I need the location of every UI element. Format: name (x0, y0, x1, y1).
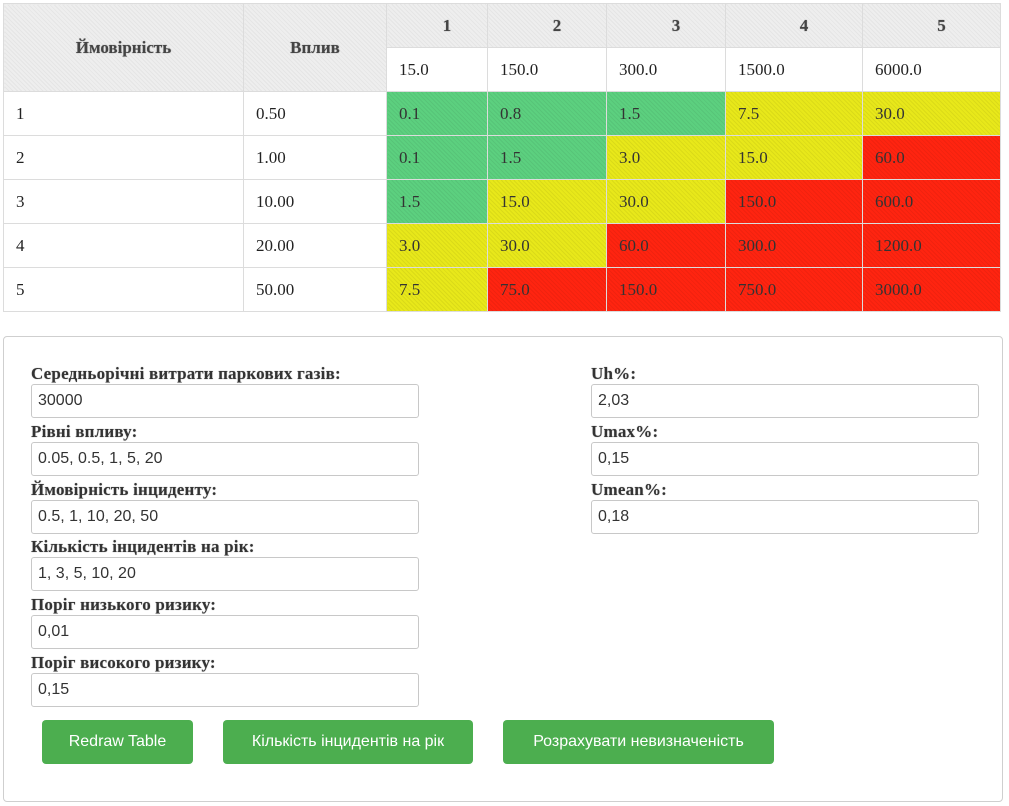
high-risk-threshold-field: Поріг високого ризику: (31, 654, 419, 707)
row-probability-cell: 20.00 (243, 223, 387, 268)
table-row: 4 20.00 3.0 30.0 60.0 300.0 1200.0 (3, 223, 1001, 268)
umax-percent-label: Umax%: (591, 422, 659, 441)
impact-levels-field: Рівні впливу: (31, 423, 419, 476)
risk-cell-yellow: 3.0 (386, 223, 488, 268)
risk-cell-red: 150.0 (606, 267, 726, 312)
umax-percent-field: Umax%: (591, 423, 979, 476)
uh-percent-field: Uh%: (591, 365, 979, 418)
risk-cell-yellow: 30.0 (606, 179, 726, 224)
risk-cell-green: 1.5 (606, 91, 726, 136)
row-index-cell: 2 (3, 135, 244, 180)
row-probability-cell: 10.00 (243, 179, 387, 224)
risk-table-body: 1 0.50 0.1 0.8 1.5 7.5 30.0 2 1.00 0.1 1.5 3.0 15.0 6… (3, 91, 1001, 312)
impact-value-header: 300.0 (606, 47, 726, 92)
risk-cell-yellow: 15.0 (487, 179, 607, 224)
row-probability-cell: 0.50 (243, 91, 387, 136)
level-number-header: 3 (606, 3, 726, 48)
risk-cell-yellow: 30.0 (487, 223, 607, 268)
table-row: 5 50.00 7.5 75.0 150.0 750.0 3000.0 (3, 267, 1001, 312)
risk-cell-red: 60.0 (862, 135, 1001, 180)
table-header-row: Ймовірність Вплив 1 2 3 4 5 (3, 3, 1001, 92)
annual-gas-costs-field: Середньорічні витрати паркових газів: (31, 365, 419, 418)
uh-percent-label: Uh%: (591, 364, 637, 383)
incident-probability-input[interactable] (31, 500, 419, 534)
incident-probability-field: Ймовірність інциденту: (31, 481, 419, 534)
umean-percent-field: Umean%: (591, 481, 979, 534)
annual-gas-costs-label: Середньорічні витрати паркових газів: (31, 364, 341, 383)
risk-cell-red: 3000.0 (862, 267, 1001, 312)
risk-cell-green: 0.1 (386, 135, 488, 180)
impact-header: Вплив (243, 3, 387, 92)
row-probability-cell: 50.00 (243, 267, 387, 312)
low-risk-threshold-field: Поріг низького ризику: (31, 596, 419, 649)
impact-value-header: 150.0 (487, 47, 607, 92)
umax-percent-input[interactable] (591, 442, 979, 476)
risk-matrix-table: Ймовірність Вплив 1 2 3 4 5 15.0 150.0 3… (3, 3, 1001, 312)
annual-gas-costs-input[interactable] (31, 384, 419, 418)
umean-percent-label: Umean%: (591, 480, 667, 499)
level-number-header: 5 (862, 3, 1001, 48)
risk-cell-yellow: 3.0 (606, 135, 726, 180)
risk-cell-green: 1.5 (386, 179, 488, 224)
risk-cell-green: 1.5 (487, 135, 607, 180)
impact-value-header: 6000.0 (862, 47, 1001, 92)
row-probability-cell: 1.00 (243, 135, 387, 180)
low-risk-threshold-input[interactable] (31, 615, 419, 649)
calculate-uncertainty-button[interactable]: Розрахувати невизначеність (503, 720, 774, 764)
low-risk-threshold-label: Поріг низького ризику: (31, 595, 217, 614)
risk-cell-yellow: 7.5 (725, 91, 863, 136)
risk-cell-red: 60.0 (606, 223, 726, 268)
risk-cell-red: 750.0 (725, 267, 863, 312)
level-number-header: 1 (386, 3, 488, 48)
row-index-cell: 1 (3, 91, 244, 136)
settings-panel: Середньорічні витрати паркових газів: Рі… (3, 336, 1003, 802)
risk-cell-yellow: 15.0 (725, 135, 863, 180)
incidents-per-year-button[interactable]: Кількість інцидентів на рік (223, 720, 473, 764)
table-row: 1 0.50 0.1 0.8 1.5 7.5 30.0 (3, 91, 1001, 136)
risk-cell-red: 600.0 (862, 179, 1001, 224)
impact-value-header: 15.0 (386, 47, 488, 92)
uh-percent-input[interactable] (591, 384, 979, 418)
level-number-header: 4 (725, 3, 863, 48)
high-risk-threshold-label: Поріг високого ризику: (31, 653, 216, 672)
risk-cell-red: 300.0 (725, 223, 863, 268)
risk-cell-red: 1200.0 (862, 223, 1001, 268)
probability-header: Ймовірність (3, 3, 244, 92)
risk-cell-red: 150.0 (725, 179, 863, 224)
risk-cell-red: 75.0 (487, 267, 607, 312)
row-index-cell: 5 (3, 267, 244, 312)
incidents-per-year-field: Кількість інцидентів на рік: (31, 538, 419, 591)
impact-value-header: 1500.0 (725, 47, 863, 92)
risk-cell-yellow: 7.5 (386, 267, 488, 312)
row-index-cell: 3 (3, 179, 244, 224)
redraw-table-button[interactable]: Redraw Table (42, 720, 193, 764)
table-row: 3 10.00 1.5 15.0 30.0 150.0 600.0 (3, 179, 1001, 224)
high-risk-threshold-input[interactable] (31, 673, 419, 707)
umean-percent-input[interactable] (591, 500, 979, 534)
risk-cell-yellow: 30.0 (862, 91, 1001, 136)
impact-levels-label: Рівні впливу: (31, 422, 138, 441)
incidents-per-year-input[interactable] (31, 557, 419, 591)
impact-levels-input[interactable] (31, 442, 419, 476)
level-number-header: 2 (487, 3, 607, 48)
row-index-cell: 4 (3, 223, 244, 268)
incident-probability-label: Ймовірність інциденту: (31, 480, 218, 499)
table-row: 2 1.00 0.1 1.5 3.0 15.0 60.0 (3, 135, 1001, 180)
incidents-per-year-label: Кількість інцидентів на рік: (31, 537, 255, 556)
risk-cell-green: 0.1 (386, 91, 488, 136)
risk-cell-green: 0.8 (487, 91, 607, 136)
